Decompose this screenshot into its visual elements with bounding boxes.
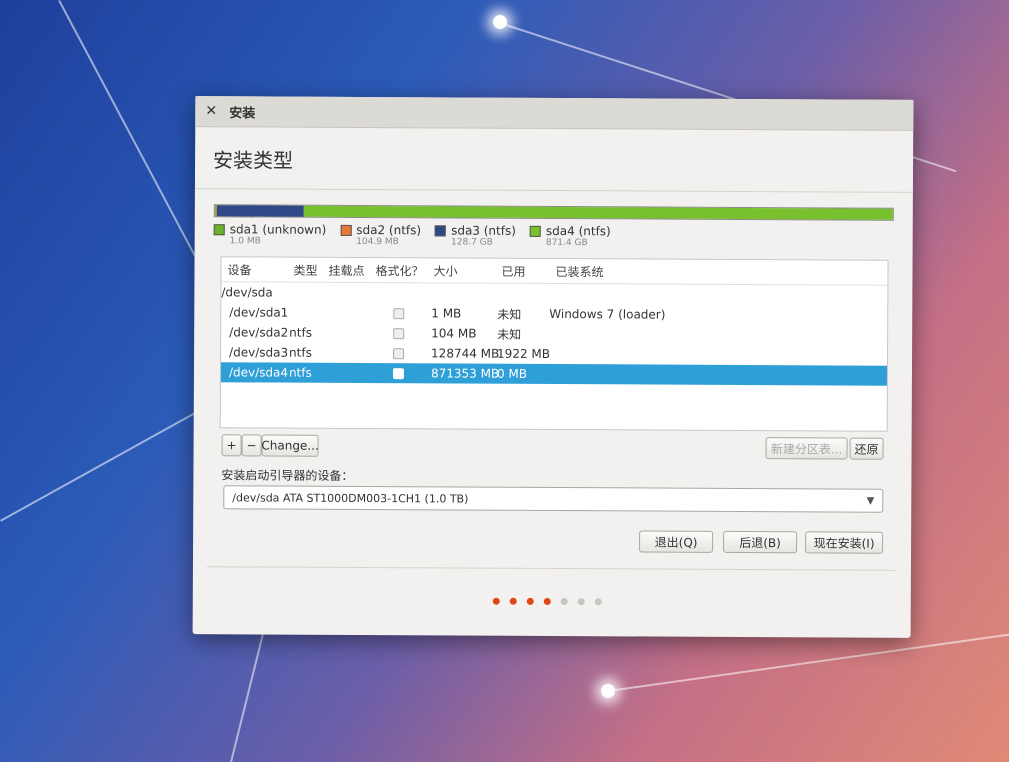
size-cell: 871353 MB bbox=[430, 366, 500, 381]
partition-table[interactable]: 设备 类型 挂载点 格式化？ 大小 已用 已装系统 /dev/sda /dev/sda1 1 … bbox=[219, 256, 889, 432]
legend-swatch bbox=[213, 223, 225, 235]
revert-button[interactable]: 还原 bbox=[849, 437, 884, 460]
size-cell: 128744 MB bbox=[431, 346, 500, 361]
column-header[interactable]: 已用 bbox=[495, 262, 525, 279]
partition-segment-sda3 bbox=[216, 205, 304, 217]
size-cell: 1 MB bbox=[431, 306, 462, 321]
column-header[interactable]: 大小 bbox=[427, 262, 457, 279]
step-dot bbox=[543, 597, 551, 605]
install-now-button[interactable]: 现在安装(I) bbox=[805, 531, 884, 554]
step-progress bbox=[492, 597, 602, 606]
wallpaper-glow bbox=[493, 15, 507, 29]
table-row[interactable]: /dev/sda4 ntfs 871353 MB 0 MB bbox=[220, 362, 888, 386]
type-cell: ntfs bbox=[288, 365, 312, 380]
format-checkbox[interactable] bbox=[392, 367, 404, 379]
step-dot bbox=[560, 598, 568, 606]
partition-bar bbox=[213, 204, 894, 221]
column-header[interactable]: 挂载点 bbox=[322, 261, 364, 278]
legend-label: sda3 (ntfs) bbox=[451, 223, 516, 238]
type-cell: ntfs bbox=[289, 345, 312, 360]
table-header: 设备 类型 挂载点 格式化？ 大小 已用 已装系统 bbox=[221, 257, 888, 286]
divider bbox=[194, 188, 913, 193]
format-checkbox[interactable] bbox=[393, 327, 405, 339]
installer-window: ✕ 安装 安装类型 sda1 (unknown) 1.0 MB sda2 (ntfs… bbox=[192, 96, 914, 638]
bootloader-device-value: /dev/sda ATA ST1000DM003-1CH1 (1.0 TB) bbox=[232, 490, 469, 506]
bootloader-device-select[interactable]: /dev/sda ATA ST1000DM003-1CH1 (1.0 TB) ▼ bbox=[223, 485, 884, 513]
legend-size: 104.9 MB bbox=[356, 236, 399, 248]
size-cell: 104 MB bbox=[431, 326, 477, 341]
wallpaper-glow bbox=[601, 684, 615, 698]
change-partition-button[interactable]: Change... bbox=[261, 434, 319, 457]
legend-label: sda4 (ntfs) bbox=[545, 223, 611, 239]
back-button[interactable]: 后退(B) bbox=[723, 530, 798, 554]
used-cell: 未知 bbox=[497, 327, 522, 342]
format-checkbox[interactable] bbox=[393, 347, 405, 359]
legend-item: sda4 (ntfs) 871.4 GB bbox=[529, 223, 611, 249]
column-header[interactable]: 类型 bbox=[287, 261, 317, 278]
step-dot bbox=[492, 597, 500, 605]
step-dot bbox=[577, 598, 585, 606]
partition-segment-sda4 bbox=[303, 205, 893, 220]
legend-item: sda3 (ntfs) 128.7 GB bbox=[435, 223, 516, 248]
close-icon[interactable]: ✕ bbox=[205, 103, 221, 119]
column-header[interactable]: 格式化？ bbox=[369, 262, 423, 279]
type-cell: ntfs bbox=[289, 325, 313, 340]
legend-item: sda1 (unknown) 1.0 MB bbox=[213, 222, 327, 247]
legend-label: sda1 (unknown) bbox=[229, 222, 327, 237]
title-bar: ✕ 安装 bbox=[195, 96, 914, 131]
bootloader-label: 安装启动引导器的设备： bbox=[221, 468, 354, 483]
legend-swatch bbox=[435, 224, 447, 236]
used-cell: 0 MB bbox=[496, 366, 528, 381]
legend-size: 128.7 GB bbox=[451, 237, 493, 248]
dropdown-arrow-icon: ▼ bbox=[866, 495, 875, 507]
window-title: 安装 bbox=[229, 105, 256, 121]
add-partition-button[interactable]: + bbox=[221, 434, 242, 457]
new-partition-table-button[interactable]: 新建分区表... bbox=[765, 437, 848, 460]
format-checkbox[interactable] bbox=[393, 307, 405, 319]
quit-button[interactable]: 退出(Q) bbox=[639, 530, 714, 553]
legend-label: sda2 (ntfs) bbox=[356, 222, 422, 238]
step-dot bbox=[594, 598, 602, 606]
wallpaper-line bbox=[608, 631, 1009, 692]
divider bbox=[206, 566, 897, 571]
device-cell: /dev/sda3 bbox=[229, 345, 289, 360]
device-cell: /dev/sda4 bbox=[228, 365, 289, 380]
used-cell: 未知 bbox=[497, 307, 522, 322]
legend-swatch bbox=[340, 224, 352, 236]
device-cell: /dev/sda2 bbox=[229, 325, 289, 340]
device-group-label: /dev/sda bbox=[221, 285, 273, 300]
used-cell: 1922 MB bbox=[497, 346, 551, 361]
step-dot bbox=[526, 597, 534, 605]
device-cell: /dev/sda1 bbox=[229, 305, 289, 320]
legend-item: sda2 (ntfs) 104.9 MB bbox=[340, 223, 421, 247]
legend-size: 1.0 MB bbox=[229, 236, 261, 247]
page-title: 安装类型 bbox=[213, 148, 294, 173]
step-dot bbox=[509, 597, 517, 605]
os-cell: Windows 7 (loader) bbox=[549, 306, 666, 322]
remove-partition-button[interactable]: − bbox=[241, 434, 262, 457]
column-header[interactable]: 设备 bbox=[221, 261, 251, 278]
partition-legend: sda1 (unknown) 1.0 MB sda2 (ntfs) 104.9 MB s… bbox=[213, 222, 611, 249]
legend-swatch bbox=[529, 225, 541, 237]
legend-size: 871.4 GB bbox=[545, 237, 588, 249]
column-header[interactable]: 已装系统 bbox=[549, 262, 603, 279]
